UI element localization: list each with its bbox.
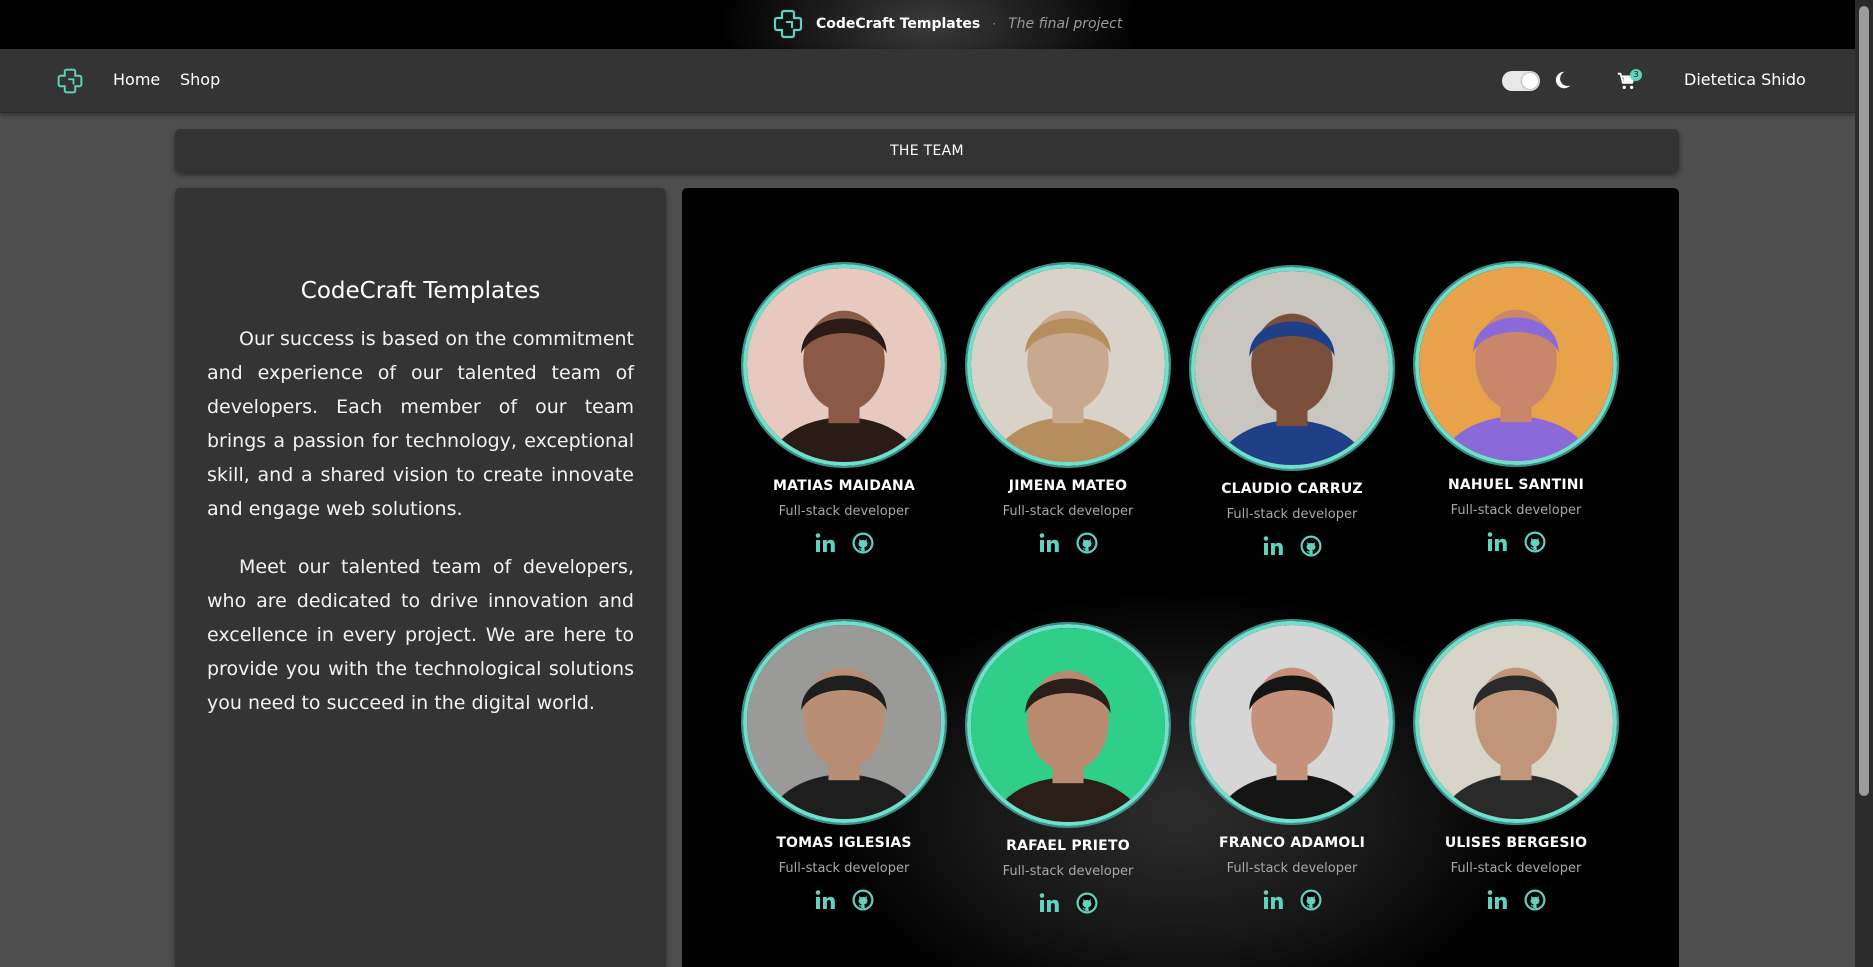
- member-role: Full-stack developer: [1002, 504, 1134, 519]
- brand: CodeCraft Templates · The final project: [772, 8, 1122, 40]
- theme-toggle[interactable]: [1502, 71, 1540, 91]
- member-name: FRANCO ADAMOLI: [1219, 835, 1365, 851]
- team-panel: MATIAS MAIDANA Full-stack developer JIMENA…: [682, 188, 1679, 967]
- member-name: CLAUDIO CARRUZ: [1221, 481, 1363, 497]
- team-member-card: TOMAS IGLESIAS Full-stack developer: [739, 621, 949, 912]
- cart-count-badge: 3: [1630, 69, 1642, 81]
- linkedin-icon[interactable]: [1261, 888, 1285, 912]
- member-photo: [743, 264, 945, 466]
- member-photo: [1415, 621, 1617, 823]
- about-paragraph-1: Our success is based on the commitment a…: [207, 328, 634, 520]
- team-member-card: FRANCO ADAMOLI Full-stack developer: [1187, 621, 1397, 912]
- github-icon[interactable]: [851, 888, 875, 912]
- github-icon[interactable]: [1523, 888, 1547, 912]
- team-member-card: MATIAS MAIDANA Full-stack developer: [739, 264, 949, 555]
- brand-separator: ·: [992, 17, 997, 31]
- linkedin-icon[interactable]: [1261, 534, 1285, 558]
- member-name: JIMENA MATEO: [1008, 478, 1128, 494]
- linkedin-icon[interactable]: [813, 888, 837, 912]
- about-panel: CodeCraft Templates Our success is based…: [175, 188, 666, 967]
- cross-logo-icon: [773, 9, 803, 39]
- team-member-card: CLAUDIO CARRUZ Full-stack developer: [1187, 267, 1397, 558]
- member-role: Full-stack developer: [778, 861, 910, 876]
- section-title: THE TEAM: [890, 142, 964, 159]
- team-member-card: JIMENA MATEO Full-stack developer: [963, 264, 1173, 555]
- member-photo: [967, 264, 1169, 466]
- navbar: Home Shop Dietetica Shido: [0, 49, 1855, 113]
- team-member-card: RAFAEL PRIETO Full-stack developer: [963, 624, 1173, 915]
- member-name: TOMAS IGLESIAS: [776, 835, 912, 851]
- section-header: THE TEAM: [175, 129, 1679, 172]
- member-role: Full-stack developer: [1450, 503, 1582, 518]
- linkedin-icon[interactable]: [1485, 530, 1509, 554]
- github-icon[interactable]: [851, 531, 875, 555]
- member-name: MATIAS MAIDANA: [772, 478, 915, 494]
- member-social-links: [963, 531, 1173, 555]
- nav-logo-icon[interactable]: [56, 67, 84, 95]
- github-icon[interactable]: [1075, 531, 1099, 555]
- nav-shop-link[interactable]: Shop: [180, 70, 220, 89]
- member-name: NAHUEL SANTINI: [1447, 477, 1585, 493]
- brand-name: CodeCraft Templates: [816, 16, 981, 32]
- team-member-card: ULISES BERGESIO Full-stack developer: [1411, 621, 1621, 912]
- member-social-links: [739, 531, 949, 555]
- member-photo: [967, 624, 1169, 826]
- team-member-card: NAHUEL SANTINI Full-stack developer: [1411, 263, 1621, 554]
- member-photo: [1191, 621, 1393, 823]
- member-role: Full-stack developer: [778, 504, 910, 519]
- member-role: Full-stack developer: [1002, 864, 1134, 879]
- member-social-links: [1187, 534, 1397, 558]
- github-icon[interactable]: [1299, 888, 1323, 912]
- moon-icon[interactable]: [1551, 69, 1573, 91]
- linkedin-icon[interactable]: [1037, 531, 1061, 555]
- member-role: Full-stack developer: [1226, 507, 1358, 522]
- member-social-links: [1411, 888, 1621, 912]
- linkedin-icon[interactable]: [1485, 888, 1509, 912]
- member-social-links: [739, 888, 949, 912]
- toggle-knob: [1522, 73, 1538, 89]
- github-icon[interactable]: [1299, 534, 1323, 558]
- user-menu[interactable]: Dietetica Shido: [1684, 70, 1806, 89]
- member-social-links: [1411, 530, 1621, 554]
- member-photo: [1415, 263, 1617, 465]
- linkedin-icon[interactable]: [813, 531, 837, 555]
- member-role: Full-stack developer: [1226, 861, 1358, 876]
- top-brand-strip: CodeCraft Templates · The final project: [0, 0, 1873, 49]
- about-paragraph-2: Meet our talented team of developers, wh…: [207, 556, 634, 714]
- member-photo: [1191, 267, 1393, 469]
- member-photo: [743, 621, 945, 823]
- brand-tagline: The final project: [1008, 16, 1123, 32]
- member-role: Full-stack developer: [1450, 861, 1582, 876]
- linkedin-icon[interactable]: [1037, 891, 1061, 915]
- member-name: ULISES BERGESIO: [1444, 835, 1588, 851]
- page-scrollbar[interactable]: [1855, 0, 1873, 967]
- scrollbar-thumb[interactable]: [1859, 6, 1869, 796]
- github-icon[interactable]: [1523, 530, 1547, 554]
- member-social-links: [1187, 888, 1397, 912]
- member-name: RAFAEL PRIETO: [1006, 838, 1130, 854]
- about-title: CodeCraft Templates: [300, 278, 541, 304]
- nav-home-link[interactable]: Home: [113, 70, 160, 89]
- member-social-links: [963, 891, 1173, 915]
- github-icon[interactable]: [1075, 891, 1099, 915]
